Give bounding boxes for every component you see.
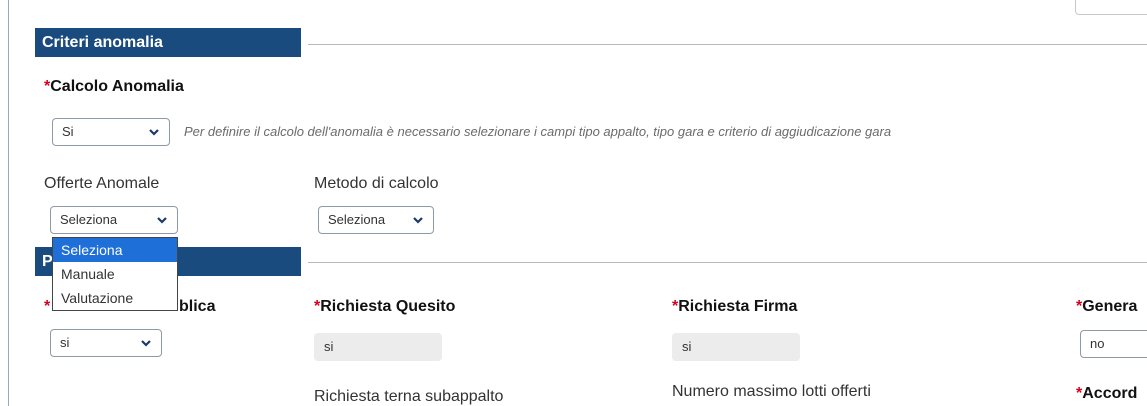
form-frame [8,0,1147,406]
chevron-down-icon [148,126,160,138]
genera-select[interactable]: no [1080,330,1147,358]
chevron-down-icon [412,214,424,226]
richiesta-terna-label: Richiesta terna subappalto [314,388,504,405]
offerte-anomale-label: Offerte Anomale [44,175,160,192]
accord-label: *Accord [1076,385,1138,402]
select-value: Seleziona [328,212,386,227]
calcolo-anomalia-label: *Calcolo Anomalia [44,78,184,95]
option-manuale[interactable]: Manuale [53,262,177,286]
metodo-calcolo-select[interactable]: Seleziona [318,206,434,234]
section-divider [308,262,1147,263]
section-header-criteri-anomalia: Criteri anomalia [35,28,301,57]
section-title: Criteri anomalia [42,34,163,51]
calcolo-anomalia-note: Per definire il calcolo dell'anomalia è … [184,124,892,139]
richiesta-firma-label: *Richiesta Firma [672,298,798,315]
numero-massimo-label: Numero massimo lotti offerti [672,383,871,400]
option-seleziona[interactable]: Seleziona [53,238,177,262]
field1-label-tail: blica [179,298,216,315]
field1-select[interactable]: si [50,329,162,357]
metodo-calcolo-label: Metodo di calcolo [314,175,439,192]
select-value: Seleziona [60,212,118,227]
tab-stub [1075,0,1147,15]
section-divider [308,44,1147,45]
calcolo-anomalia-select[interactable]: Si [52,118,170,146]
richiesta-quesito-value: si [314,333,442,361]
field1-label: * [44,298,51,315]
offerte-anomale-select[interactable]: Seleziona [50,206,178,234]
select-value: Si [62,124,74,139]
richiesta-firma-value: si [672,333,800,361]
chevron-down-icon [140,337,152,349]
select-value: no [1090,336,1105,351]
genera-label: *Genera [1076,298,1138,315]
option-valutazione[interactable]: Valutazione [53,286,177,310]
chevron-down-icon [156,214,168,226]
richiesta-quesito-label: *Richiesta Quesito [314,298,456,315]
offerte-anomale-options: Seleziona Manuale Valutazione [52,237,178,311]
select-value: si [60,335,70,350]
